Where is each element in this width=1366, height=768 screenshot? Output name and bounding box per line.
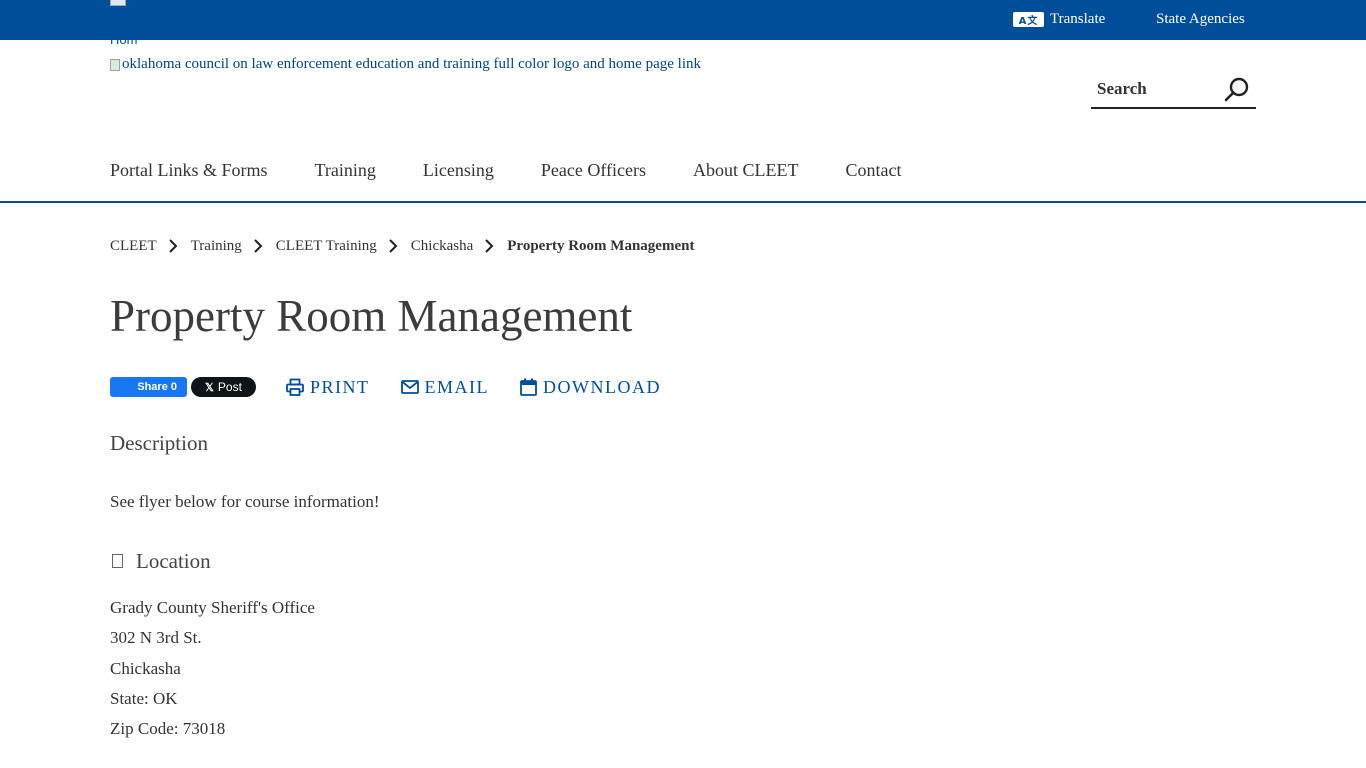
search-button[interactable] xyxy=(1222,75,1252,105)
nav-contact[interactable]: Contact xyxy=(845,158,901,182)
page-title: Property Room Management xyxy=(110,291,633,341)
nav-divider xyxy=(0,201,1366,203)
download-label: DOWNLOAD xyxy=(543,376,661,397)
nav-portal-links-forms[interactable]: Portal Links & Forms xyxy=(110,158,268,182)
map-marker-icon xyxy=(112,554,123,568)
search-input[interactable] xyxy=(1097,76,1217,102)
state-agencies-link[interactable]: State Agencies xyxy=(1156,9,1245,29)
x-post-button[interactable]: 𝕏 Post xyxy=(191,377,256,397)
broken-image-icon xyxy=(110,0,126,6)
address-line-street: 302 N 3rd St. xyxy=(110,628,202,648)
chevron-right-icon xyxy=(389,239,398,253)
address-line-zip: Zip Code: 73018 xyxy=(110,719,226,739)
email-label: EMAIL xyxy=(424,376,490,397)
printer-icon xyxy=(286,378,304,396)
breadcrumb-current: Property Room Management xyxy=(507,238,695,254)
top-bar: A文 Translate State Agencies xyxy=(0,0,1366,40)
description-text: See flyer below for course information! xyxy=(110,492,380,511)
x-logo-icon: 𝕏 xyxy=(205,381,214,394)
chevron-right-icon xyxy=(485,239,494,253)
facebook-share-label: Share 0 xyxy=(137,381,177,393)
nav-about-cleet[interactable]: About CLEET xyxy=(693,158,799,182)
translate-icon: A文 xyxy=(1013,11,1044,27)
search-box xyxy=(1091,73,1256,109)
logo-alt-text: oklahoma council on law enforcement educ… xyxy=(122,56,701,72)
calendar-icon xyxy=(520,378,537,396)
location-heading: Location xyxy=(110,548,211,574)
chevron-right-icon xyxy=(254,239,263,253)
main-nav: Portal Links & Forms Training Licensing … xyxy=(110,158,948,182)
description-heading: Description xyxy=(110,431,208,455)
home-link-alt-text[interactable]: Hom xyxy=(110,32,137,48)
email-button[interactable]: EMAIL xyxy=(400,376,490,398)
breadcrumb-chickasha[interactable]: Chickasha xyxy=(411,236,473,256)
address-line-city: Chickasha xyxy=(110,658,181,678)
location-heading-label: Location xyxy=(136,549,211,573)
address-line-state: State: OK xyxy=(110,688,178,708)
nav-licensing[interactable]: Licensing xyxy=(423,158,494,182)
nav-peace-officers[interactable]: Peace Officers xyxy=(541,158,646,182)
search-icon xyxy=(1224,77,1249,102)
breadcrumb: CLEET Training CLEET Training Chickasha … xyxy=(110,236,694,256)
location-address: Grady County Sheriff's Office 302 N 3rd … xyxy=(110,593,315,744)
translate-label: Translate xyxy=(1050,10,1106,27)
x-post-label: Post xyxy=(217,380,242,394)
logo-home-link[interactable]: oklahoma council on law enforcement educ… xyxy=(110,56,701,73)
share-toolbar: Share 0 𝕏 Post PRINT EMAIL DOWNLOAD xyxy=(110,374,661,400)
nav-training[interactable]: Training xyxy=(315,158,376,182)
breadcrumb-cleet-training[interactable]: CLEET Training xyxy=(276,236,377,256)
facebook-share-button[interactable]: Share 0 xyxy=(110,377,187,397)
translate-link[interactable]: A文 Translate xyxy=(1013,9,1105,29)
address-line-venue: Grady County Sheriff's Office xyxy=(110,598,315,617)
breadcrumb-training[interactable]: Training xyxy=(191,236,242,256)
download-button[interactable]: DOWNLOAD xyxy=(520,377,661,398)
print-label: PRINT xyxy=(310,376,370,397)
chevron-right-icon xyxy=(168,239,178,253)
envelope-icon xyxy=(400,380,419,394)
broken-image-icon xyxy=(110,58,120,71)
breadcrumb-cleet[interactable]: CLEET xyxy=(110,236,157,256)
print-button[interactable]: PRINT xyxy=(286,377,370,398)
